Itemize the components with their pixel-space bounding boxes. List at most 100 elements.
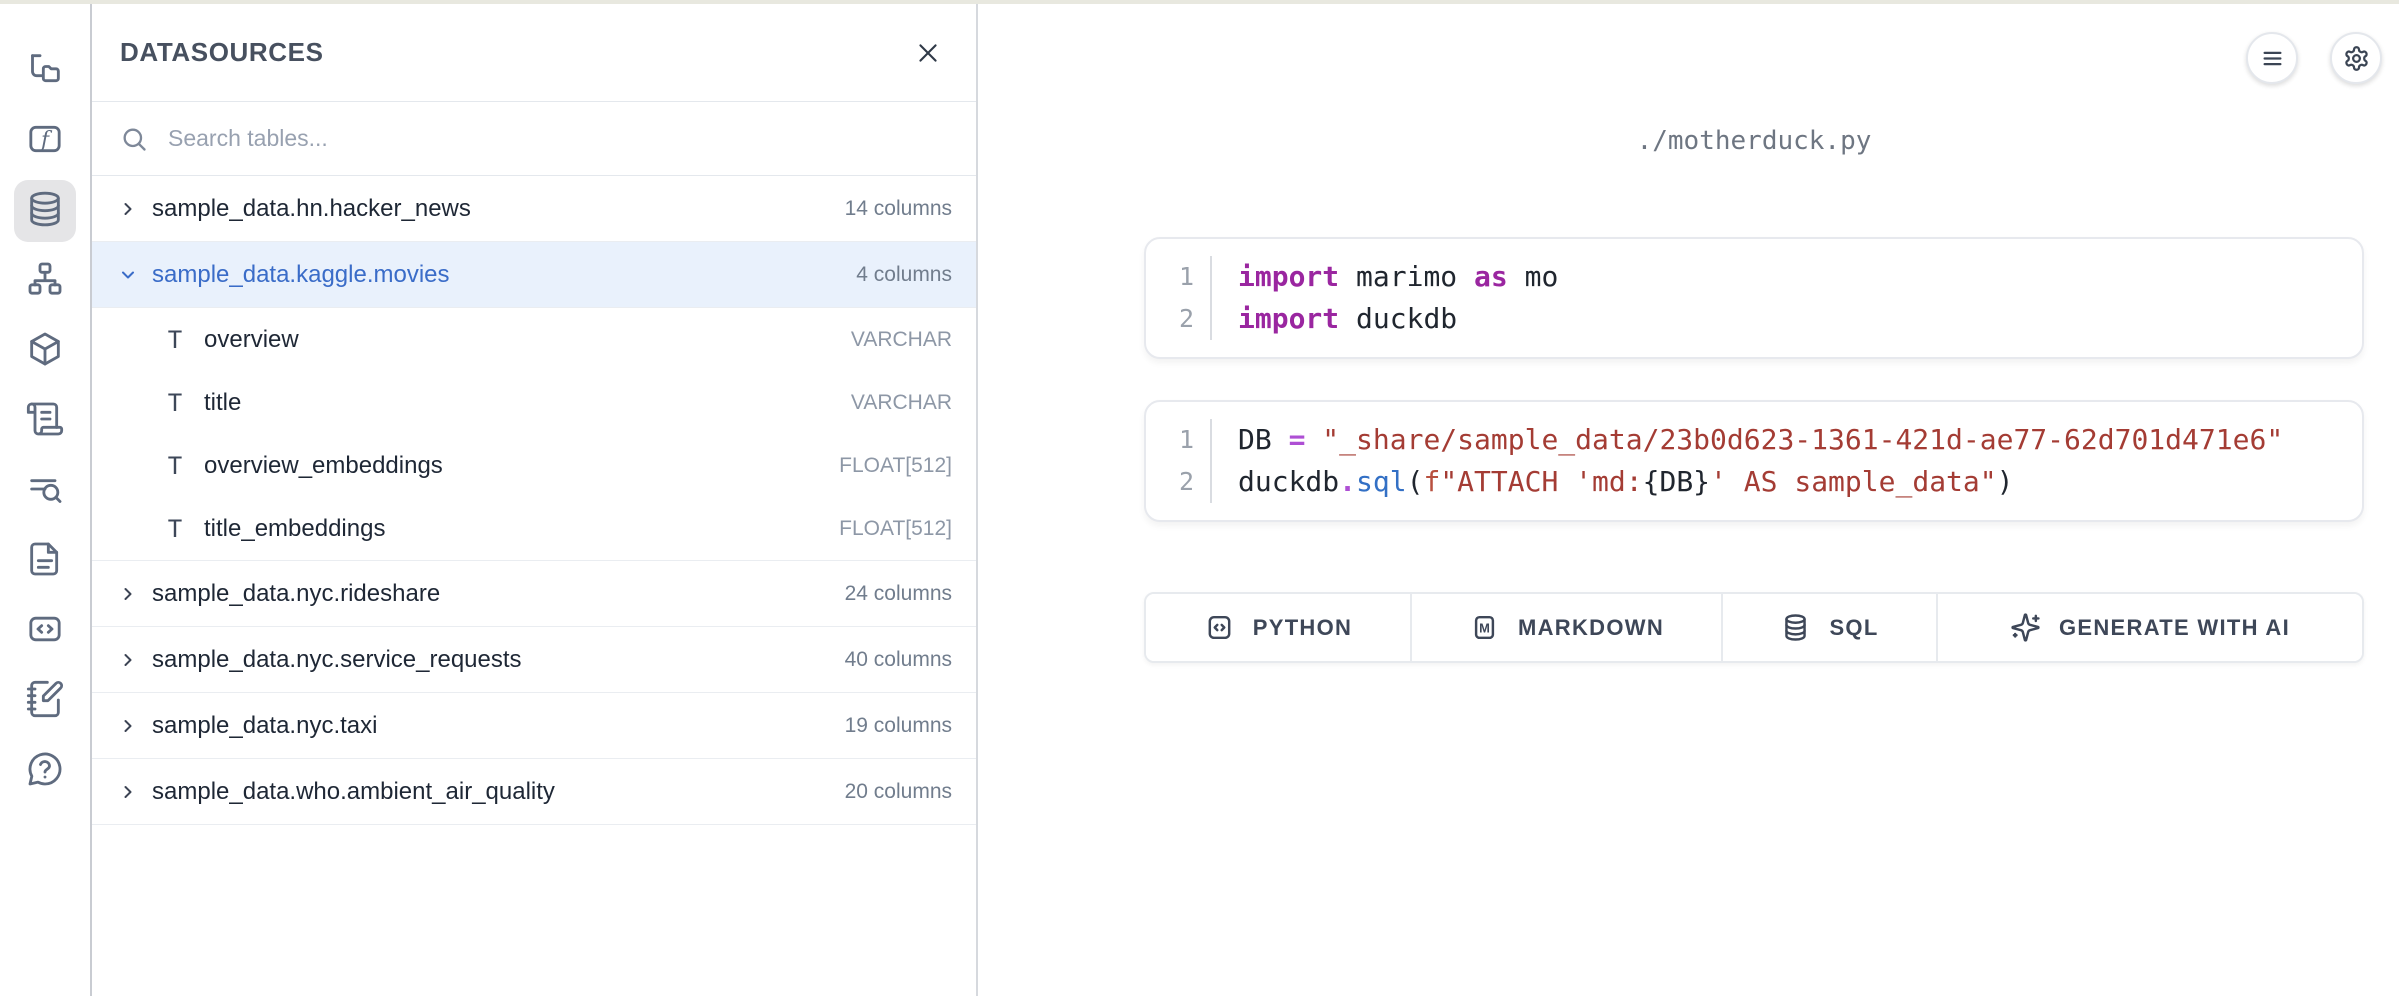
add-sql-cell-button[interactable]: SQL (1723, 594, 1938, 661)
text-type-icon: T (162, 389, 188, 417)
notebook-filename[interactable]: ./motherduck.py (1144, 126, 2364, 156)
panel-title: DATASOURCES (120, 37, 324, 68)
chevron-right-icon (118, 199, 138, 219)
line-number: 2 (1146, 298, 1210, 340)
table-row-nyc-taxi[interactable]: sample_data.nyc.taxi 19 columns (92, 693, 976, 759)
activity-rail: f (0, 4, 92, 996)
text-type-icon: T (162, 326, 188, 354)
text-type-icon: T (162, 452, 188, 480)
code-line: DB = "_share/sample_data/23b0d623-1361-4… (1238, 419, 2362, 461)
rail-item-tracing[interactable] (14, 460, 76, 522)
table-name: sample_data.kaggle.movies (152, 261, 450, 289)
rail-item-snippets[interactable] (14, 600, 76, 662)
chevron-right-icon (118, 584, 138, 604)
chevron-right-icon (118, 650, 138, 670)
table-search (92, 102, 976, 176)
rail-item-packages[interactable] (14, 320, 76, 382)
close-icon (914, 39, 942, 67)
datasources-header: DATASOURCES (92, 4, 976, 102)
menu-icon (2259, 45, 2286, 72)
rail-item-functions[interactable]: f (14, 110, 76, 172)
code-line: import duckdb (1238, 298, 2362, 340)
document-icon (25, 539, 65, 584)
search-icon (120, 125, 148, 153)
markdown-icon: M (1469, 612, 1500, 643)
rail-item-dependency-graph[interactable] (14, 250, 76, 312)
chevron-right-icon (118, 716, 138, 736)
snippets-icon (25, 609, 65, 654)
package-icon (25, 329, 65, 374)
rail-item-file-tree[interactable] (14, 40, 76, 102)
table-name: sample_data.who.ambient_air_quality (152, 778, 555, 806)
rail-item-scratchpad[interactable] (14, 670, 76, 732)
table-row-nyc-service-requests[interactable]: sample_data.nyc.service_requests 40 colu… (92, 627, 976, 693)
column-name: title (204, 389, 241, 417)
help-icon (25, 749, 65, 794)
add-markdown-label: MARKDOWN (1518, 615, 1664, 641)
code-cell[interactable]: 12 DB = "_share/sample_data/23b0d623-136… (1144, 400, 2364, 522)
search-logs-icon (25, 469, 65, 514)
column-count: 19 columns (845, 714, 952, 738)
kaggle-movies-columns: T overview VARCHAR T title VARCHAR T ove… (92, 308, 976, 561)
add-cell-toolbar: PYTHON M MARKDOWN SQL GENERATE WITH AI (1144, 592, 2364, 663)
svg-text:M: M (1479, 621, 1490, 636)
search-tables-input[interactable] (168, 125, 948, 152)
column-datatype: FLOAT[512] (839, 454, 952, 478)
file-tree-icon (25, 49, 65, 94)
table-row-kaggle-movies[interactable]: sample_data.kaggle.movies 4 columns (92, 242, 976, 308)
column-name: overview (204, 326, 299, 354)
column-name: title_embeddings (204, 515, 385, 543)
column-row-title-embeddings[interactable]: T title_embeddings FLOAT[512] (92, 497, 976, 560)
column-row-overview-embeddings[interactable]: T overview_embeddings FLOAT[512] (92, 434, 976, 497)
settings-button[interactable] (2330, 32, 2382, 84)
line-number-gutter: 12 (1146, 256, 1210, 340)
datasources-panel: DATASOURCES sample_data.hn.hacker_news 1… (92, 4, 978, 996)
svg-text:f: f (39, 127, 53, 152)
line-number-gutter: 12 (1146, 419, 1210, 503)
table-name: sample_data.nyc.service_requests (152, 646, 522, 674)
table-name: sample_data.nyc.taxi (152, 712, 377, 740)
database-icon (1780, 612, 1811, 643)
notebook-area: ./motherduck.py 12 import marimo as moim… (980, 4, 2399, 996)
dependency-graph-icon (25, 259, 65, 304)
line-number: 1 (1146, 419, 1210, 461)
add-markdown-cell-button[interactable]: M MARKDOWN (1412, 594, 1723, 661)
scratchpad-icon (25, 679, 65, 724)
chevron-down-icon (118, 265, 138, 285)
column-count: 40 columns (845, 648, 952, 672)
line-number: 1 (1146, 256, 1210, 298)
add-python-cell-button[interactable]: PYTHON (1146, 594, 1412, 661)
scroll-icon (25, 399, 65, 444)
rail-item-logs[interactable] (14, 390, 76, 452)
gear-icon (2343, 45, 2370, 72)
column-row-title[interactable]: T title VARCHAR (92, 371, 976, 434)
table-name: sample_data.nyc.rideshare (152, 580, 440, 608)
rail-item-help[interactable] (14, 740, 76, 802)
add-sql-label: SQL (1829, 615, 1878, 641)
notebook-menu-button[interactable] (2246, 32, 2298, 84)
column-count: 20 columns (845, 780, 952, 804)
notebook-actions (2246, 32, 2382, 84)
column-datatype: VARCHAR (851, 328, 952, 352)
column-datatype: VARCHAR (851, 391, 952, 415)
code-cell[interactable]: 12 import marimo as moimport duckdb (1144, 237, 2364, 359)
rail-item-documentation[interactable] (14, 530, 76, 592)
code-editor[interactable]: DB = "_share/sample_data/23b0d623-1361-4… (1210, 419, 2362, 503)
column-datatype: FLOAT[512] (839, 517, 952, 541)
generate-with-ai-button[interactable]: GENERATE WITH AI (1938, 594, 2362, 661)
code-editor[interactable]: import marimo as moimport duckdb (1210, 256, 2362, 340)
table-row-hacker-news[interactable]: sample_data.hn.hacker_news 14 columns (92, 176, 976, 242)
column-name: overview_embeddings (204, 452, 443, 480)
column-count: 24 columns (845, 582, 952, 606)
table-row-nyc-rideshare[interactable]: sample_data.nyc.rideshare 24 columns (92, 561, 976, 627)
line-number: 2 (1146, 461, 1210, 503)
column-row-overview[interactable]: T overview VARCHAR (92, 308, 976, 371)
database-icon (25, 189, 65, 234)
table-row-who-ambient-air-quality[interactable]: sample_data.who.ambient_air_quality 20 c… (92, 759, 976, 825)
close-panel-button[interactable] (908, 33, 948, 73)
tables-list: sample_data.hn.hacker_news 14 columns sa… (92, 176, 976, 825)
code-line: import marimo as mo (1238, 256, 2362, 298)
rail-item-datasources[interactable] (14, 180, 76, 242)
column-count: 4 columns (856, 263, 952, 287)
column-count: 14 columns (845, 197, 952, 221)
